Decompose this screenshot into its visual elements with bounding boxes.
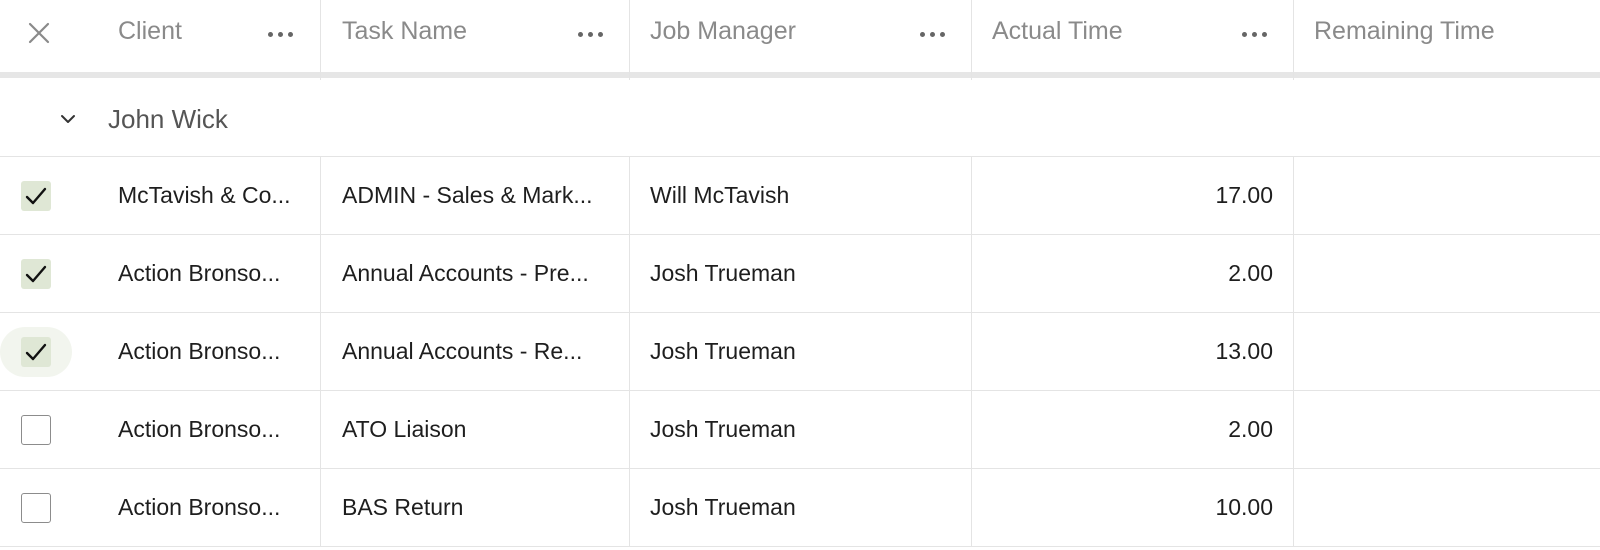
task-cell: ADMIN - Sales & Mark... (321, 157, 630, 234)
header-manager[interactable]: Job Manager (630, 0, 972, 80)
checkmark-icon (25, 187, 47, 205)
remaining-time-cell[interactable] (1294, 157, 1600, 234)
header-actual-label: Actual Time (992, 17, 1123, 45)
row-select-cell (0, 235, 80, 312)
task-text: ADMIN - Sales & Mark... (342, 182, 593, 208)
row-checkbox[interactable] (21, 181, 51, 211)
data-grid: Client Task Name Job Manager Actual Time (0, 0, 1600, 550)
client-text: Action Bronso... (118, 338, 281, 364)
actual-time-value: 17.00 (1215, 182, 1273, 208)
menu-dot (1251, 31, 1257, 37)
client-cell: McTavish & Co... (80, 157, 321, 234)
table-row[interactable]: Action Bronso... Annual Accounts - Re...… (0, 313, 1600, 391)
task-text: ATO Liaison (342, 416, 467, 442)
remaining-time-cell[interactable] (1294, 313, 1600, 390)
manager-text: Josh Trueman (650, 416, 796, 442)
chevron-down-icon[interactable] (58, 112, 78, 126)
client-text: Action Bronso... (118, 416, 281, 442)
menu-dot (929, 31, 935, 37)
header-client-label: Client (118, 17, 182, 45)
manager-cell: Josh Trueman (630, 469, 972, 546)
actual-time-value: 2.00 (1228, 416, 1273, 442)
group-row[interactable]: John Wick (0, 80, 1600, 157)
manager-text: Will McTavish (650, 182, 790, 208)
table-row[interactable]: Action Bronso... Annual Accounts - Pre..… (0, 235, 1600, 313)
row-checkbox[interactable] (21, 493, 51, 523)
manager-cell: Josh Trueman (630, 235, 972, 312)
actual-time-cell: 2.00 (972, 391, 1294, 468)
client-cell: Action Bronso... (80, 313, 321, 390)
client-cell: Action Bronso... (80, 469, 321, 546)
menu-dot (1261, 31, 1267, 37)
header-task[interactable]: Task Name (321, 0, 630, 80)
menu-dot (587, 31, 593, 37)
manager-cell: Josh Trueman (630, 391, 972, 468)
row-checkbox[interactable] (21, 259, 51, 289)
grid-header: Client Task Name Job Manager Actual Time (0, 0, 1600, 80)
header-client[interactable]: Client (80, 0, 321, 80)
manager-column-menu-button[interactable] (914, 22, 950, 46)
actual-time-cell: 10.00 (972, 469, 1294, 546)
task-cell: Annual Accounts - Re... (321, 313, 630, 390)
remaining-time-cell[interactable] (1294, 391, 1600, 468)
client-cell: Action Bronso... (80, 235, 321, 312)
actual-time-value: 13.00 (1215, 338, 1273, 364)
task-text: BAS Return (342, 494, 464, 520)
client-cell: Action Bronso... (80, 391, 321, 468)
more-horizontal-icon (267, 31, 273, 37)
actual-time-value: 2.00 (1228, 260, 1273, 286)
header-select-cell (0, 0, 80, 80)
header-actual[interactable]: Actual Time (972, 0, 1294, 80)
checkmark-icon (25, 265, 47, 283)
table-row[interactable]: Action Bronso... BAS Return Josh Trueman… (0, 469, 1600, 547)
actual-time-value: 10.00 (1215, 494, 1273, 520)
actual-time-cell: 13.00 (972, 313, 1294, 390)
header-remaining-label: Remaining Time (1314, 17, 1495, 45)
checkmark-icon (25, 343, 47, 361)
table-row[interactable]: Action Bronso... ATO Liaison Josh Truema… (0, 391, 1600, 469)
manager-cell: Will McTavish (630, 157, 972, 234)
actual-column-menu-button[interactable] (1236, 22, 1272, 46)
manager-text: Josh Trueman (650, 494, 796, 520)
client-text: Action Bronso... (118, 494, 281, 520)
remaining-time-cell[interactable] (1294, 469, 1600, 546)
task-cell: BAS Return (321, 469, 630, 546)
row-checkbox[interactable] (21, 415, 51, 445)
close-button[interactable] (24, 18, 54, 48)
header-remaining[interactable]: Remaining Time (1294, 0, 1600, 80)
actual-time-cell: 17.00 (972, 157, 1294, 234)
table-row[interactable]: McTavish & Co... ADMIN - Sales & Mark...… (0, 157, 1600, 235)
manager-text: Josh Trueman (650, 338, 796, 364)
row-select-cell (0, 391, 80, 468)
row-checkbox[interactable] (21, 337, 51, 367)
header-task-label: Task Name (342, 17, 468, 45)
close-icon (28, 22, 50, 44)
task-column-menu-button[interactable] (572, 22, 608, 46)
menu-dot (287, 31, 293, 37)
task-cell: Annual Accounts - Pre... (321, 235, 630, 312)
task-text: Annual Accounts - Pre... (342, 260, 589, 286)
menu-dot (277, 31, 283, 37)
actual-time-cell: 2.00 (972, 235, 1294, 312)
row-select-cell (0, 469, 80, 546)
row-select-cell (0, 313, 80, 390)
manager-cell: Josh Trueman (630, 313, 972, 390)
row-select-cell (0, 157, 80, 234)
client-text: McTavish & Co... (118, 182, 291, 208)
more-horizontal-icon (1241, 31, 1247, 37)
more-horizontal-icon (919, 31, 925, 37)
client-column-menu-button[interactable] (262, 22, 298, 46)
manager-text: Josh Trueman (650, 260, 796, 286)
menu-dot (939, 31, 945, 37)
remaining-time-cell[interactable] (1294, 235, 1600, 312)
group-title: John Wick (108, 104, 228, 134)
task-text: Annual Accounts - Re... (342, 338, 583, 364)
header-manager-label: Job Manager (650, 17, 796, 45)
task-cell: ATO Liaison (321, 391, 630, 468)
more-horizontal-icon (577, 31, 583, 37)
client-text: Action Bronso... (118, 260, 281, 286)
menu-dot (597, 31, 603, 37)
